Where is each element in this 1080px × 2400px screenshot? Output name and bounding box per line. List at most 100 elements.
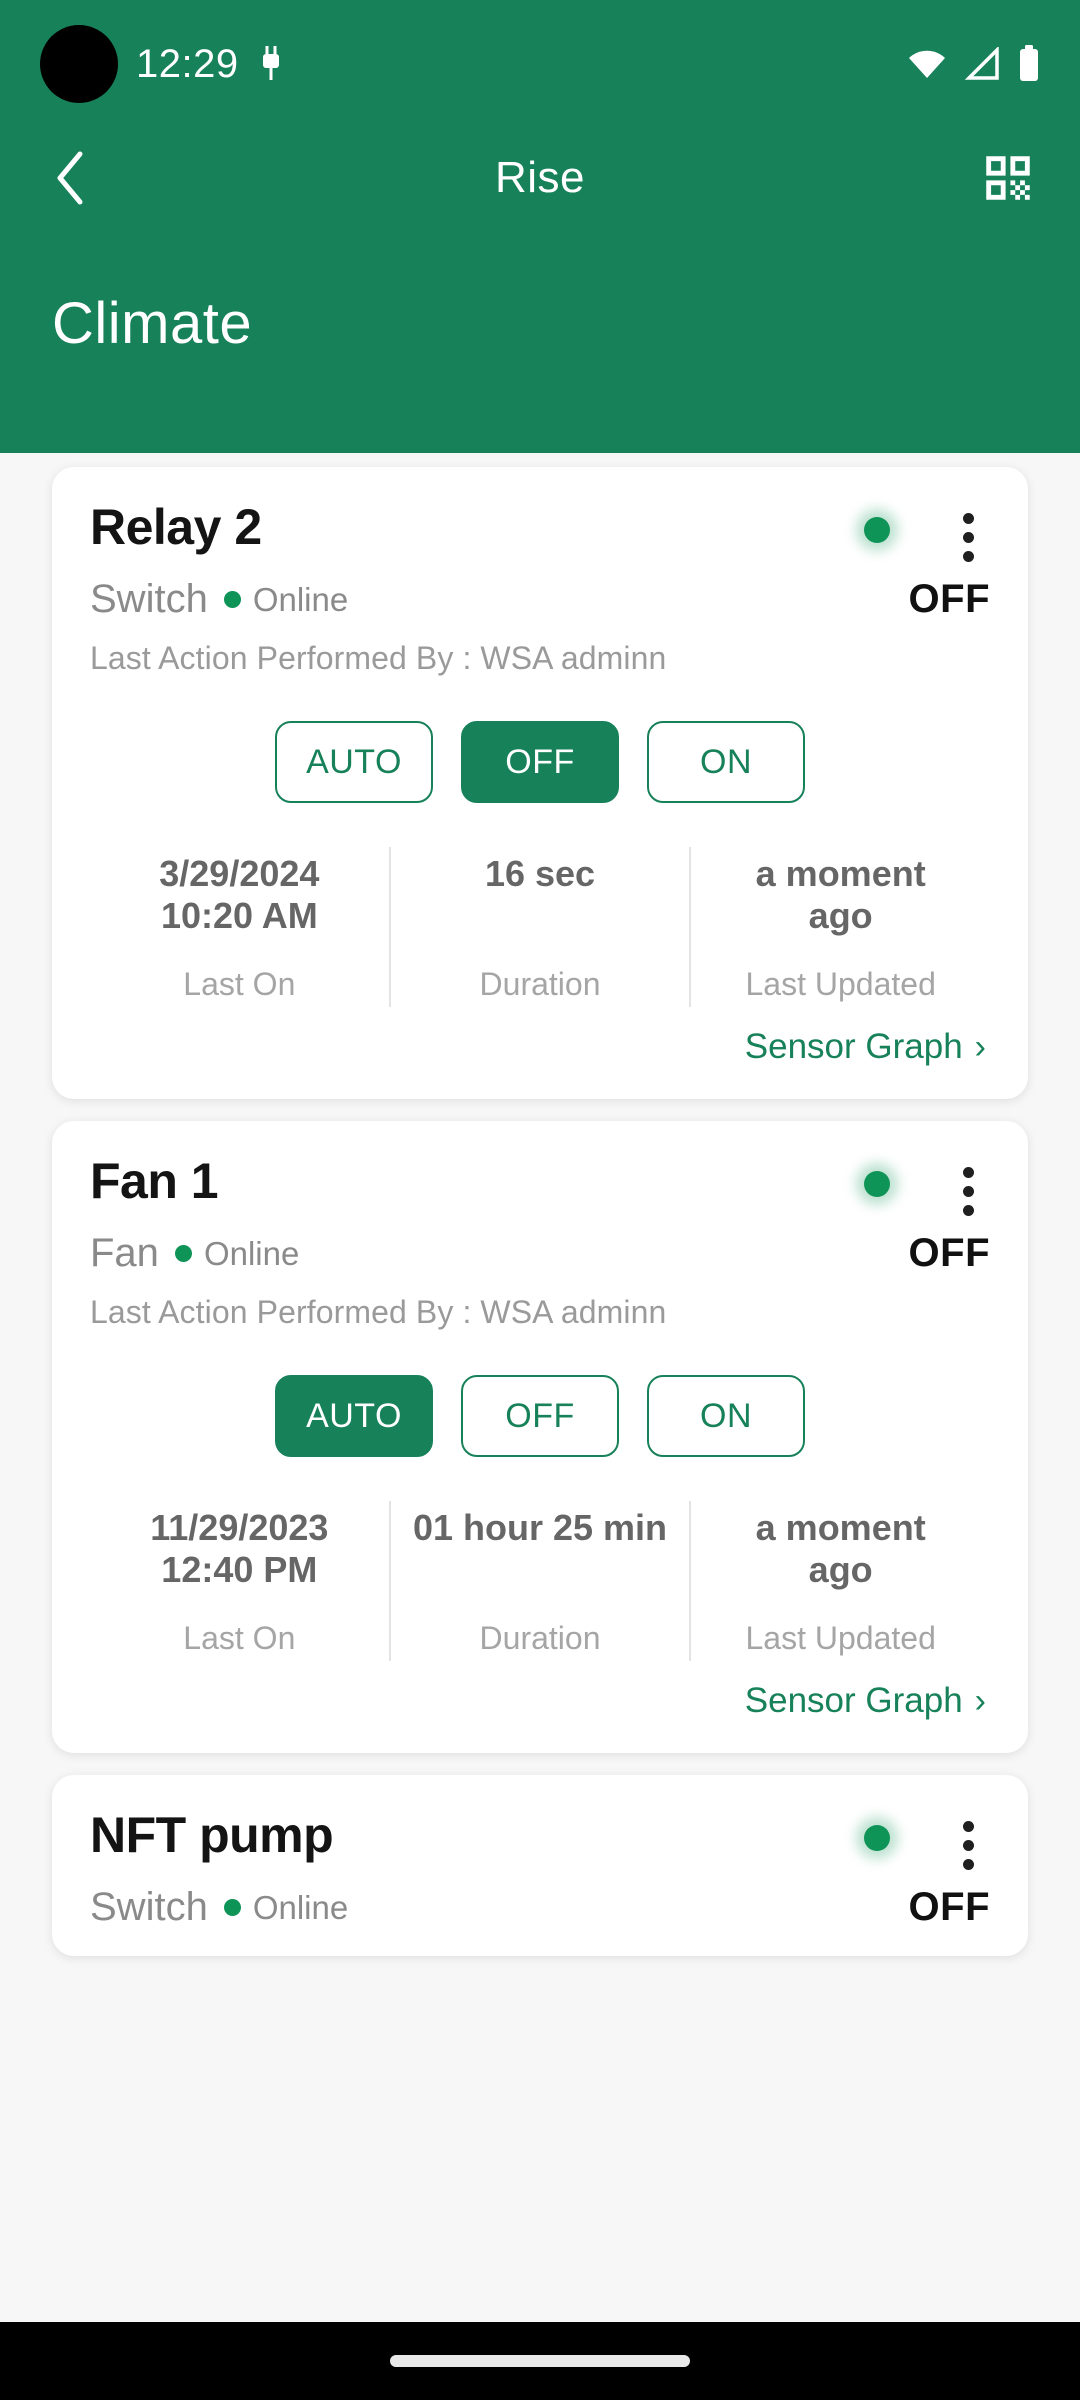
device-card-actions	[864, 1155, 990, 1217]
device-connectivity: Online	[203, 1234, 300, 1272]
page-title: Climate	[52, 291, 253, 356]
device-connectivity: Online	[252, 1888, 349, 1926]
mode-button-auto[interactable]: AUTO	[275, 1375, 433, 1457]
device-type: Fan	[90, 1231, 159, 1275]
mode-button-off[interactable]: OFF	[461, 721, 619, 803]
chevron-right-icon: ›	[974, 1028, 986, 1066]
device-name: NFT pump	[90, 1807, 334, 1863]
status-bar-system-icons	[906, 45, 1040, 83]
app-bar: Rise	[0, 128, 1080, 228]
device-last-action: Last Action Performed By : WSA adminn	[90, 640, 667, 676]
device-mode-selector: AUTO OFF ON	[90, 721, 990, 803]
kebab-dot	[962, 1839, 974, 1851]
device-card-actions	[864, 1809, 990, 1871]
device-state: OFF	[908, 577, 990, 621]
sensor-graph-row: Sensor Graph ›	[90, 1015, 990, 1073]
chevron-right-icon: ›	[974, 1682, 986, 1720]
online-status-dot-icon	[174, 1245, 192, 1262]
mode-button-on[interactable]: ON	[647, 1375, 805, 1457]
wifi-icon	[909, 50, 945, 78]
device-stats: 3/29/2024 10:20 AM Last On 16 sec Durati…	[90, 847, 990, 1007]
stat-value-line1: a moment	[755, 1507, 926, 1548]
device-card[interactable]: NFT pump Switch Online OFF	[52, 1775, 1028, 1956]
device-overflow-menu-button[interactable]	[946, 1165, 990, 1217]
stat-value-line2: ago	[808, 895, 873, 937]
app-bar-title: Rise	[494, 153, 586, 202]
mode-button-auto[interactable]: AUTO	[275, 721, 433, 803]
stat-label: Last On	[183, 966, 296, 1002]
home-gesture-pill[interactable]	[390, 2355, 690, 2367]
back-chevron-icon	[57, 151, 83, 205]
sensor-graph-label: Sensor Graph	[744, 1027, 963, 1066]
device-type: Switch	[90, 577, 208, 621]
device-stats: 11/29/2023 12:40 PM Last On 01 hour 25 m…	[90, 1501, 990, 1661]
cellular-signal-icon	[964, 47, 999, 80]
device-power-indicator-icon	[864, 517, 890, 543]
device-type: Switch	[90, 1885, 208, 1929]
stat-label: Duration	[479, 966, 601, 1002]
stat-value-line1: 01 hour 25 min	[412, 1507, 668, 1548]
device-card-header: Relay 2	[90, 501, 990, 563]
kebab-dot	[962, 1185, 974, 1197]
qr-scan-icon	[986, 156, 1030, 200]
mode-button-off[interactable]: OFF	[461, 1375, 619, 1457]
device-list[interactable]: Relay 2 Switch Online OFF Last Action Pe…	[0, 453, 1080, 2322]
back-button[interactable]	[40, 146, 104, 210]
device-power-indicator-icon	[864, 1825, 890, 1851]
kebab-dot	[962, 531, 974, 543]
kebab-dot	[962, 1166, 974, 1178]
device-card[interactable]: Fan 1 Fan Online OFF Last Action Perform…	[52, 1121, 1028, 1753]
sensor-graph-link[interactable]: Sensor Graph ›	[741, 1015, 990, 1073]
device-connectivity: Online	[252, 580, 349, 618]
device-subtitle-row: Switch Online OFF	[90, 1885, 990, 1930]
device-name: Fan 1	[90, 1153, 219, 1209]
device-subtitle-row: Fan Online OFF	[90, 1231, 990, 1276]
kebab-dot	[962, 1858, 974, 1870]
kebab-dot	[962, 1204, 974, 1216]
page-title-container: Climate	[0, 228, 1080, 453]
kebab-dot	[962, 512, 974, 524]
system-navigation-bar	[0, 2322, 1080, 2400]
status-bar-clock: 12:29	[136, 41, 239, 86]
stat-label: Duration	[479, 1620, 601, 1656]
device-mode-selector: AUTO OFF ON	[90, 1375, 990, 1457]
stat-label: Last On	[183, 1620, 296, 1656]
stat-value-line2: 10:20 AM	[160, 895, 318, 937]
stat-last-on: 11/29/2023 12:40 PM Last On	[90, 1501, 389, 1661]
device-overflow-menu-button[interactable]	[946, 511, 990, 563]
device-power-indicator-icon	[864, 1171, 890, 1197]
stat-label: Last Updated	[745, 966, 936, 1002]
status-bar-notification-icons	[257, 44, 285, 84]
stat-last-on: 3/29/2024 10:20 AM Last On	[90, 847, 389, 1007]
stat-label: Last Updated	[745, 1620, 936, 1656]
device-subtitle-row: Switch Online OFF	[90, 577, 990, 622]
device-card-actions	[864, 501, 990, 563]
device-card[interactable]: Relay 2 Switch Online OFF Last Action Pe…	[52, 467, 1028, 1099]
sensor-graph-label: Sensor Graph	[744, 1681, 963, 1720]
kebab-dot	[962, 1820, 974, 1832]
stat-duration: 16 sec Duration	[388, 847, 690, 1007]
status-bar: 12:29	[0, 0, 1080, 128]
sensor-graph-row: Sensor Graph ›	[90, 1669, 990, 1727]
online-status-dot-icon	[223, 1899, 241, 1916]
kebab-dot	[962, 550, 974, 562]
online-status-dot-icon	[223, 591, 241, 608]
mode-button-on[interactable]: ON	[647, 721, 805, 803]
stat-duration: 01 hour 25 min Duration	[388, 1501, 690, 1661]
camera-punch-hole	[40, 25, 118, 103]
green-header: 12:29 Rise Climate	[0, 0, 1080, 453]
stat-value-line1: 3/29/2024	[159, 853, 320, 894]
stat-last-updated: a moment ago Last Updated	[689, 1501, 990, 1661]
device-last-action: Last Action Performed By : WSA adminn	[90, 1294, 667, 1330]
stat-value-line1: 16 sec	[484, 853, 596, 894]
device-card-header: Fan 1	[90, 1155, 990, 1217]
device-state: OFF	[908, 1231, 990, 1275]
sensor-graph-link[interactable]: Sensor Graph ›	[741, 1669, 990, 1727]
stat-value-line1: 11/29/2023	[150, 1507, 329, 1548]
qr-scan-button[interactable]	[976, 146, 1040, 210]
device-card-header: NFT pump	[90, 1809, 990, 1871]
stat-value-line2: 12:40 PM	[161, 1549, 318, 1591]
device-overflow-menu-button[interactable]	[946, 1819, 990, 1871]
device-state: OFF	[908, 1885, 990, 1929]
battery-icon	[1020, 45, 1038, 81]
